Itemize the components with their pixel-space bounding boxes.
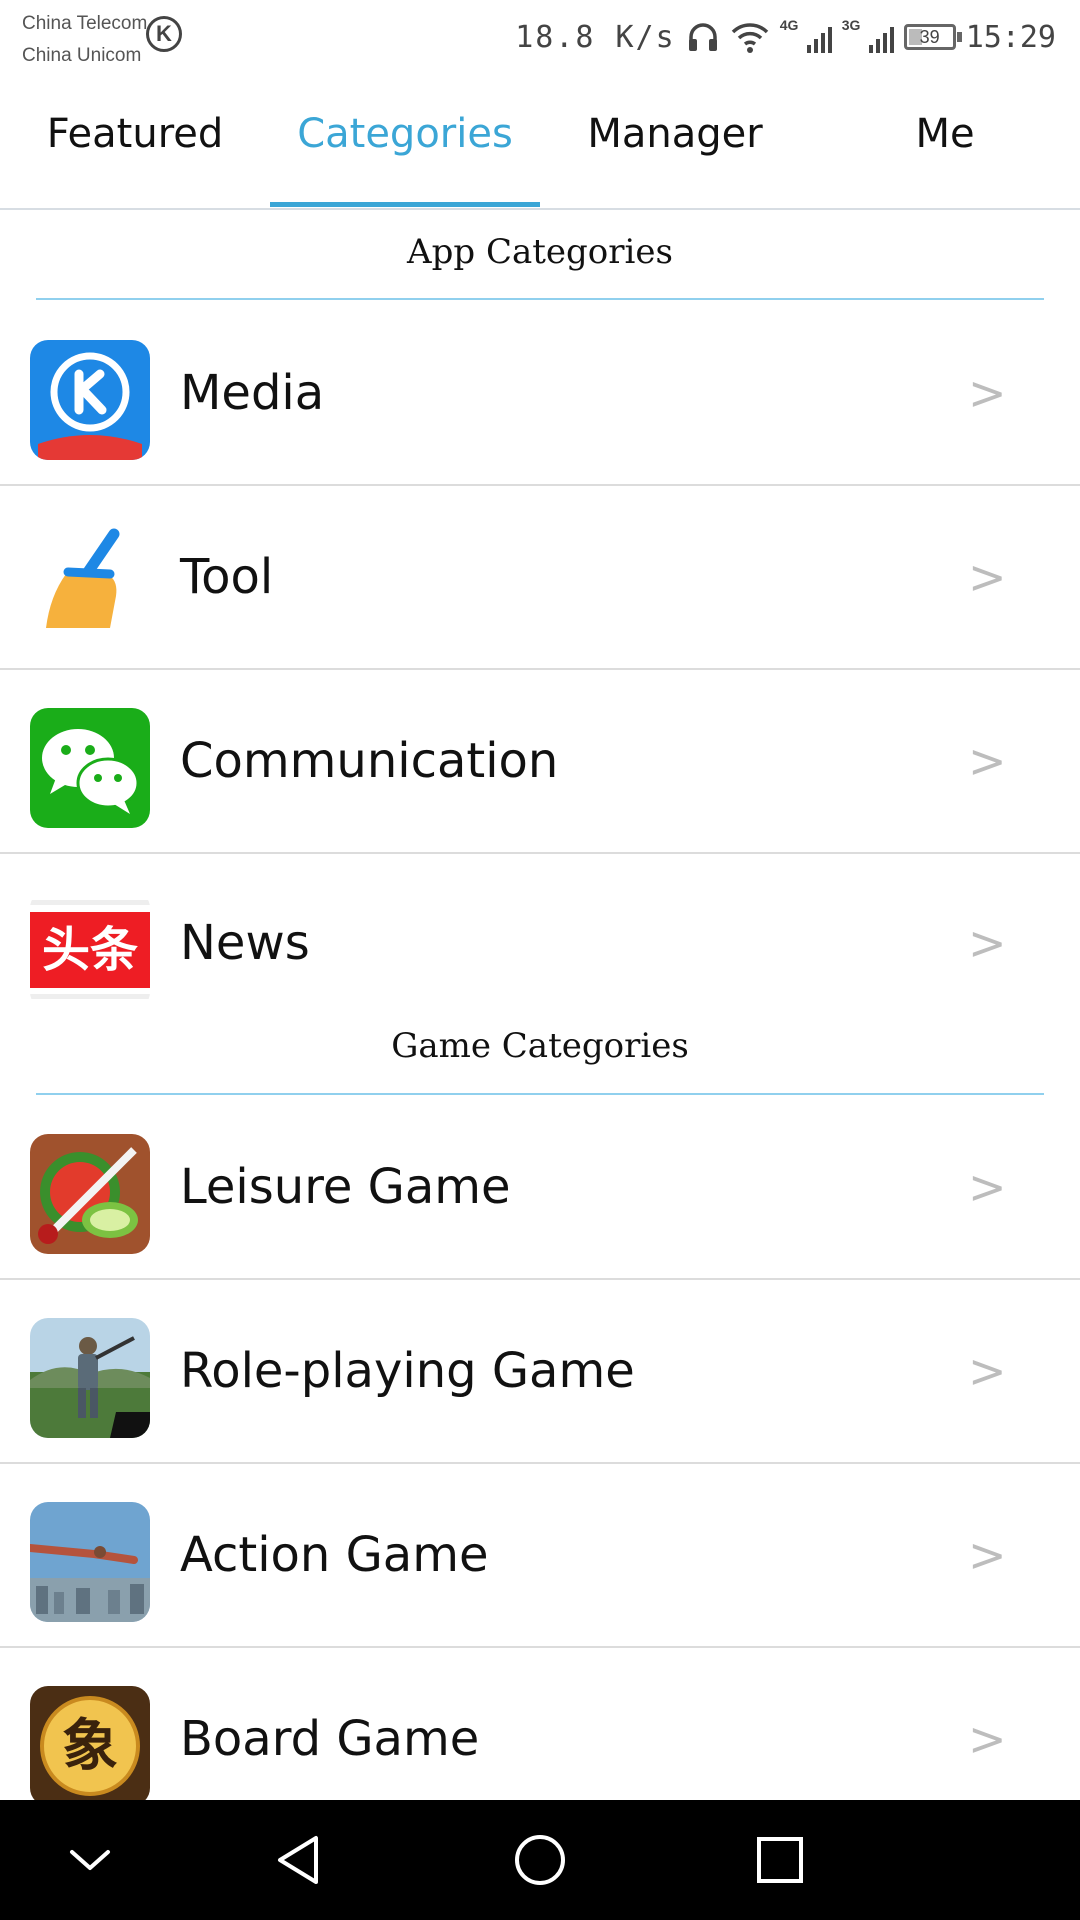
chevron-right-icon: > [968,366,1007,420]
signal-4g-icon: 4G [780,17,832,57]
status-bar: China Telecom China Unicom K 18.8 K/s 4G… [0,0,1080,80]
chess-piece-text: 象 [62,1713,118,1779]
chevron-right-icon: > [968,1160,1007,1214]
system-nav-bar [0,1800,1080,1920]
wechat-icon [30,708,150,828]
category-label: Communication [180,733,559,789]
recents-icon[interactable] [750,1830,810,1890]
soldier-game-icon [30,1318,150,1438]
chevron-right-icon: > [968,734,1007,788]
chinese-chess-icon: 象 [30,1686,150,1806]
battery-icon: 39 [903,24,962,50]
wifi-icon [731,23,768,53]
collapse-icon[interactable] [60,1830,120,1890]
net-speed: 18.8 K/s [515,19,676,55]
skydiver-game-icon [30,1502,150,1622]
headset-icon [688,23,717,51]
tab-manager[interactable]: Manager [540,80,810,208]
battery-level: 39 [919,27,940,47]
game-categories-heading: Game Categories [391,1026,689,1066]
tab-me[interactable]: Me [810,80,1080,208]
kugou-music-icon [30,340,150,460]
category-label: Leisure Game [180,1159,511,1215]
status-indicators: 18.8 K/s 4G 3G 39 15:29 [515,12,1056,62]
carrier-1: China Telecom [22,13,148,34]
toutiao-news-icon: 头条 [30,890,150,1010]
fruit-ninja-icon [30,1134,150,1254]
app-categories-heading: App Categories [407,232,673,272]
carrier-2: China Unicom [22,45,142,66]
back-icon[interactable] [270,1830,330,1890]
active-tab-indicator [270,202,540,207]
clock: 15:29 [965,19,1056,55]
category-label: Role-playing Game [180,1343,635,1399]
tab-categories[interactable]: Categories [270,80,540,208]
category-row-communication[interactable]: Communication > [0,670,1080,854]
section-divider [36,1093,1044,1095]
category-row-role-playing-game[interactable]: Role-playing Game > [0,1280,1080,1464]
category-row-news[interactable]: 头条 News > [0,852,1080,1034]
top-tabs: Featured Categories Manager Me [0,80,1080,210]
signal-3g-label: 3G [841,17,861,33]
category-label: Action Game [180,1527,489,1583]
chevron-right-icon: > [968,1344,1007,1398]
signal-4g-label: 4G [779,17,799,33]
chevron-right-icon: > [968,916,1007,970]
chevron-right-icon: > [968,550,1007,604]
category-row-tool[interactable]: Tool > [0,486,1080,670]
category-label: Tool [180,549,274,605]
category-label: Media [180,365,325,421]
signal-3g-icon: 3G [842,17,894,57]
carrier-badge-icon: K [146,16,182,52]
section-divider [36,298,1044,300]
carrier-info: China Telecom China Unicom [22,8,147,72]
chevron-right-icon: > [968,1528,1007,1582]
home-icon[interactable] [510,1830,570,1890]
news-icon-text: 头条 [30,912,150,988]
category-label: News [180,915,310,971]
category-row-media[interactable]: Media > [0,302,1080,486]
category-row-leisure-game[interactable]: Leisure Game > [0,1096,1080,1280]
tab-featured[interactable]: Featured [0,80,270,208]
category-row-action-game[interactable]: Action Game > [0,1464,1080,1648]
broom-cleaner-icon [30,524,150,644]
